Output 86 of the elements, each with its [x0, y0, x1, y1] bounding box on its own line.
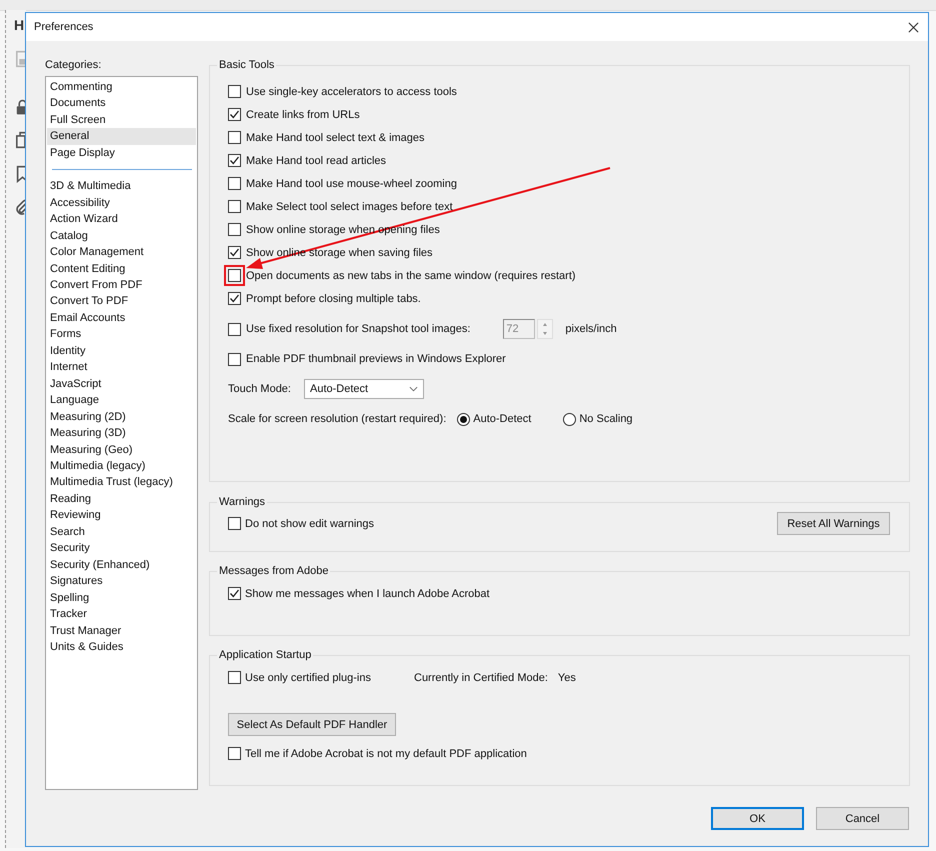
category-item[interactable]: Measuring (2D) — [47, 408, 196, 426]
category-item[interactable]: Multimedia Trust (legacy) — [47, 474, 196, 491]
option-label: Enable PDF thumbnail previews in Windows Explorer — [246, 353, 506, 365]
category-item[interactable]: Page Display — [47, 144, 196, 162]
category-item[interactable]: Security (Enhanced) — [47, 556, 196, 574]
category-item[interactable]: Convert To PDF — [47, 293, 196, 310]
certified-mode-label: Currently in Certified Mode: — [414, 672, 548, 684]
category-item[interactable]: Reviewing — [47, 507, 196, 524]
close-icon[interactable] — [908, 22, 919, 32]
category-item[interactable]: Content Editing — [47, 260, 196, 277]
option-label: Make Hand tool read articles — [246, 154, 386, 166]
checkbox[interactable] — [228, 177, 241, 190]
checkbox[interactable] — [228, 292, 241, 305]
option-label: Make Select tool select images before text — [246, 200, 453, 212]
option-label: Use only certified plug-ins — [245, 672, 372, 684]
category-item[interactable]: Multimedia (legacy) — [47, 458, 196, 474]
category-item[interactable]: JavaScript — [47, 376, 196, 392]
reset-warnings-button[interactable]: Reset All Warnings — [777, 512, 890, 535]
radio-button[interactable] — [563, 412, 576, 426]
certified-mode-value: Yes — [558, 672, 576, 684]
radio-label: Auto-Detect — [473, 413, 532, 425]
radio-button[interactable] — [457, 412, 470, 426]
category-item[interactable]: Signatures — [47, 573, 196, 590]
scale-label: Scale for screen resolution (restart required): — [228, 413, 446, 425]
category-item[interactable]: Catalog — [47, 228, 196, 244]
chevron-down-icon[interactable] — [408, 386, 418, 392]
touch-mode-label: Touch Mode: — [228, 383, 291, 395]
default-handler-button[interactable]: Select As Default PDF Handler — [228, 713, 396, 736]
checkbox[interactable] — [228, 269, 241, 282]
category-item[interactable]: Trust Manager — [47, 622, 196, 639]
category-item[interactable]: General — [47, 128, 196, 145]
category-item[interactable]: Accessibility — [47, 194, 196, 212]
group-title: Warnings — [218, 495, 266, 509]
categories-label: Categories: — [45, 58, 102, 72]
checkbox[interactable] — [228, 246, 241, 259]
checkbox[interactable] — [228, 671, 241, 684]
option-label: Show me messages when I launch Adobe Acrobat — [245, 588, 490, 600]
checkbox[interactable] — [228, 223, 241, 236]
option-label: Open documents as new tabs in the same window (requires restart) — [246, 270, 576, 282]
option-label: Make Hand tool select text & images — [246, 132, 425, 144]
option-label: Prompt before closing multiple tabs. — [246, 292, 421, 304]
category-item[interactable]: Email Accounts — [47, 310, 196, 326]
dialog-button[interactable]: OK — [711, 807, 804, 830]
category-item[interactable]: 3D & Multimedia — [47, 178, 196, 195]
category-item[interactable]: Documents — [47, 95, 196, 112]
category-item[interactable]: Tracker — [47, 606, 196, 622]
option-label: Create links from URLs — [246, 108, 360, 120]
option-label: Use fixed resolution for Snapshot tool images: — [246, 323, 470, 335]
option-label: Use single-key accelerators to access tools — [246, 86, 457, 98]
category-item[interactable]: Search — [47, 524, 196, 540]
checkbox[interactable] — [228, 154, 241, 167]
category-item[interactable]: Internet — [47, 359, 196, 376]
group-title: Basic Tools — [218, 58, 276, 72]
category-item[interactable]: Spelling — [47, 590, 196, 606]
checkbox[interactable] — [228, 587, 241, 600]
category-item[interactable]: Measuring (3D) — [47, 425, 196, 442]
option-label: Tell me if Adobe Acrobat is not my default PDF application — [245, 748, 527, 760]
category-item[interactable]: Security — [47, 540, 196, 557]
category-item[interactable]: Convert From PDF — [47, 276, 196, 294]
category-item[interactable]: Forms — [47, 326, 196, 343]
dialog-button[interactable]: Cancel — [816, 807, 909, 830]
radio-label: No Scaling — [579, 413, 633, 425]
category-item[interactable]: Commenting — [47, 79, 196, 96]
checkbox[interactable] — [228, 85, 241, 98]
category-item[interactable]: Action Wizard — [47, 211, 196, 228]
checkbox[interactable] — [228, 352, 241, 366]
option-label: Do not show edit warnings — [245, 518, 374, 530]
document-tab[interactable]: H — [14, 17, 24, 33]
category-item[interactable]: Reading — [47, 490, 196, 508]
category-item[interactable]: Units & Guides — [47, 638, 196, 656]
category-item[interactable]: Full Screen — [47, 112, 196, 128]
category-item[interactable]: Language — [47, 392, 196, 409]
checkbox[interactable] — [228, 131, 241, 144]
group-title: Messages from Adobe — [218, 564, 330, 578]
category-item[interactable]: Identity — [47, 342, 196, 360]
category-item[interactable]: Color Management — [47, 244, 196, 261]
category-item[interactable]: Measuring (Geo) — [47, 442, 196, 458]
checkbox[interactable] — [228, 517, 241, 530]
checkbox[interactable] — [228, 200, 241, 213]
checkbox[interactable] — [228, 108, 241, 121]
checkbox[interactable] — [228, 747, 241, 760]
unit-label: pixels/inch — [565, 323, 617, 335]
touch-mode-dropdown[interactable]: Auto-Detect — [304, 379, 424, 399]
dialog-title: Preferences — [34, 21, 94, 33]
option-label: Make Hand tool use mouse-wheel zooming — [246, 178, 457, 190]
group-title: Application Startup — [218, 648, 312, 662]
